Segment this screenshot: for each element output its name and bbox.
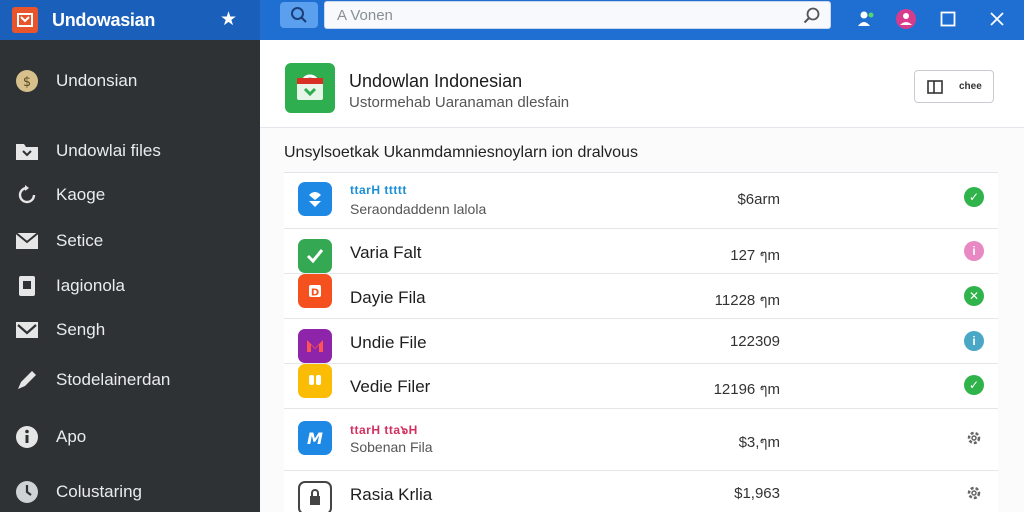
svg-text:M: M bbox=[307, 429, 323, 447]
sidebar-item-iagionola[interactable]: Iagionola bbox=[0, 266, 260, 306]
app-file-icon bbox=[298, 481, 332, 512]
package-header: Undowlan Indonesian Ustormehab Uaranaman… bbox=[260, 40, 1024, 128]
list-item[interactable]: Varia Falt 127 ๆm i bbox=[284, 229, 998, 274]
tablet-icon bbox=[14, 273, 40, 299]
list-item[interactable]: Rasia Krlia $1,963 bbox=[284, 471, 998, 512]
package-store-icon bbox=[285, 63, 335, 113]
search-input[interactable] bbox=[337, 6, 777, 24]
sidebar-item-sengh[interactable]: Sengh bbox=[0, 310, 260, 350]
panel-icon bbox=[927, 79, 943, 94]
view-toggle-button[interactable]: chee bbox=[914, 70, 994, 103]
package-title: Undowlan Indonesian bbox=[349, 71, 523, 91]
check-icon: ✓ bbox=[964, 187, 984, 207]
search-icon bbox=[291, 7, 307, 23]
sidebar-item-label: Iagionola bbox=[56, 276, 126, 295]
list-item[interactable]: ttarH ttttt Seraondaddenn lalola $6arm ✓ bbox=[284, 173, 998, 229]
search-button[interactable] bbox=[280, 2, 318, 28]
app-file-icon bbox=[298, 329, 332, 363]
row-size: $1,963 bbox=[734, 485, 780, 502]
sidebar-item-label: Stodelainerdan bbox=[56, 370, 171, 389]
sidebar-item-label: Colustaring bbox=[56, 482, 142, 501]
row-name: Dayie Fila bbox=[350, 288, 426, 307]
file-list: ttarH ttttt Seraondaddenn lalola $6arm ✓… bbox=[284, 172, 998, 512]
coin-icon: $ bbox=[14, 68, 40, 94]
sidebar-item-label: Kaoge bbox=[56, 185, 106, 204]
app-brand: Undowasian ★ bbox=[0, 0, 260, 40]
check-icon: ✓ bbox=[964, 375, 984, 395]
app-file-icon bbox=[298, 182, 332, 216]
svg-text:D: D bbox=[311, 288, 319, 299]
list-item[interactable]: Vedie Filer 12196 ๆm ✓ bbox=[284, 364, 998, 409]
search-field[interactable] bbox=[324, 1, 831, 29]
user-add-icon[interactable] bbox=[852, 5, 880, 33]
sidebar-item-label: Setice bbox=[56, 231, 104, 250]
row-size: 127 ๆm bbox=[730, 247, 780, 264]
sidebar-item-label: Undonsian bbox=[56, 71, 138, 90]
close-icon[interactable] bbox=[983, 5, 1011, 33]
mail-icon bbox=[14, 228, 40, 254]
view-button-label: chee bbox=[959, 81, 982, 92]
sidebar-item-files[interactable]: Undowlai files bbox=[0, 131, 260, 171]
app-title: Undowasian bbox=[52, 9, 156, 30]
list-item[interactable]: D Dayie Fila 11228 ๆm ✕ bbox=[284, 274, 998, 319]
row-size: 12196 ๆm bbox=[713, 381, 780, 398]
row-name: Rasia Krlia bbox=[350, 485, 433, 504]
section-heading: Unsylsoetkak Ukanmdamniesnoylarn ion dra… bbox=[284, 144, 638, 161]
sidebar-item-kaoge[interactable]: Kaoge bbox=[0, 175, 260, 215]
row-description: Seraondaddenn lalola bbox=[350, 201, 487, 217]
sidebar: $ Undonsian Undowlai files Kaoge Setice … bbox=[0, 40, 260, 512]
row-tags: ttarH ttttt bbox=[350, 183, 407, 197]
info-icon bbox=[14, 424, 40, 450]
clock-icon bbox=[14, 479, 40, 505]
app-file-icon: D bbox=[298, 274, 332, 308]
main-panel: Undowlan Indonesian Ustormehab Uaranaman… bbox=[260, 40, 1024, 512]
app-file-icon bbox=[298, 364, 332, 398]
gear-icon[interactable] bbox=[964, 483, 984, 503]
pin-star-icon[interactable]: ★ bbox=[220, 8, 237, 31]
sidebar-item-apo[interactable]: Apo bbox=[0, 417, 260, 457]
profile-avatar-icon[interactable] bbox=[892, 5, 920, 33]
sidebar-item-label: Apo bbox=[56, 427, 87, 446]
row-size: $6arm bbox=[737, 191, 780, 208]
app-file-icon: M bbox=[298, 421, 332, 455]
row-name: Undie File bbox=[350, 333, 427, 352]
envelope-icon bbox=[14, 317, 40, 343]
svg-text:$: $ bbox=[23, 75, 31, 90]
package-subtitle: Ustormehab Uaranaman dlesfain bbox=[349, 94, 570, 111]
app-file-icon bbox=[298, 239, 332, 273]
info-icon: i bbox=[964, 331, 984, 351]
row-size: 11228 ๆm bbox=[714, 292, 780, 309]
row-size: 122309 bbox=[729, 333, 780, 350]
sidebar-item-colustaring[interactable]: Colustaring bbox=[0, 472, 260, 512]
sidebar-item-undonsian[interactable]: $ Undonsian bbox=[0, 61, 260, 101]
pen-icon bbox=[14, 367, 40, 393]
cross-icon: ✕ bbox=[964, 286, 984, 306]
row-name: Varia Falt bbox=[350, 243, 422, 262]
magnifier-icon[interactable] bbox=[802, 6, 822, 26]
refresh-icon bbox=[14, 182, 40, 208]
list-item[interactable]: M ttarH tta๖H Sobenan Fila $3,ๆm bbox=[284, 409, 998, 471]
sidebar-item-setice[interactable]: Setice bbox=[0, 221, 260, 261]
row-name: Vedie Filer bbox=[350, 377, 431, 396]
sidebar-item-label: Sengh bbox=[56, 320, 106, 339]
title-bar: Undowasian ★ bbox=[0, 0, 1024, 40]
info-icon: i bbox=[964, 241, 984, 261]
app-logo-icon bbox=[12, 7, 38, 33]
sidebar-item-label: Undowlai files bbox=[56, 141, 161, 160]
maximize-icon[interactable] bbox=[934, 5, 962, 33]
download-folder-icon bbox=[14, 138, 40, 164]
row-size: $3,ๆm bbox=[738, 434, 780, 451]
row-description: Sobenan Fila bbox=[350, 439, 433, 455]
row-tags: ttarH tta๖H bbox=[350, 423, 418, 437]
gear-icon[interactable] bbox=[964, 428, 984, 448]
sidebar-item-stodelainerdan[interactable]: Stodelainerdan bbox=[0, 360, 260, 400]
list-item[interactable]: Undie File 122309 i bbox=[284, 319, 998, 364]
